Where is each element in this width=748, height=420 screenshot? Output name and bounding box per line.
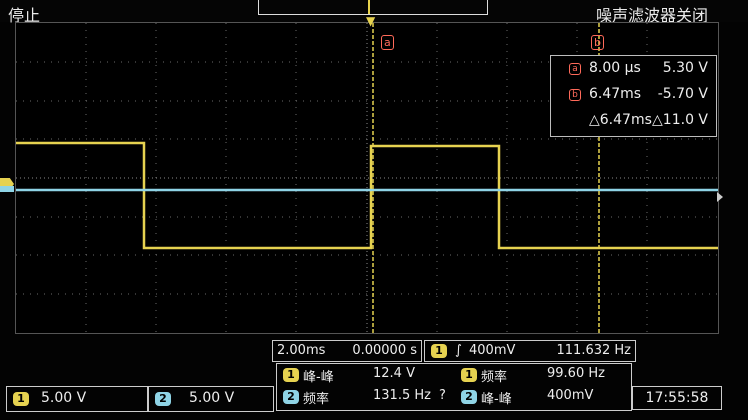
timebase-delay: 0.00000 s: [352, 343, 417, 358]
ch2-scale: 5.00 V: [189, 390, 235, 406]
cursor-a-icon: a: [569, 63, 581, 75]
auto-measurements-panel[interactable]: 1 峰-峰 12.4 V 1 频率 99.60 Hz 2 频率 131.5 Hz…: [276, 363, 632, 411]
right-scroll-arrow-icon[interactable]: [717, 192, 723, 202]
ch2-ground-marker[interactable]: [0, 186, 14, 192]
cursor-delta-volt: △11.0 V: [652, 112, 708, 128]
cursor-delta-row: △6.47ms △11.0 V: [551, 112, 716, 132]
m4-value: 400mV: [547, 388, 594, 403]
clock: 17:55:58: [632, 386, 722, 410]
m4-channel-badge: 2: [461, 390, 477, 404]
m3-channel-badge: 2: [283, 390, 299, 404]
m2-channel-badge: 1: [461, 368, 477, 382]
ch1-scale: 5.00 V: [41, 390, 87, 406]
cursor-b-icon: b: [569, 89, 581, 101]
ch2-badge: 2: [155, 392, 171, 406]
cursor-a-volt: 5.30 V: [662, 60, 708, 76]
cursor-readout-box: a 8.00 µs 5.30 V b 6.47ms -5.70 V △6.47m…: [550, 55, 717, 137]
trigger-frequency: 111.632 Hz: [556, 343, 632, 358]
ch1-badge: 1: [13, 392, 29, 406]
cursor-b-row: b 6.47ms -5.70 V: [551, 86, 716, 106]
cursor-b-volt: -5.70 V: [657, 86, 708, 102]
m3-name: 频率: [303, 392, 330, 407]
ch1-scale-readout[interactable]: 1 5.00 V: [6, 386, 148, 412]
m3-value: 131.5 Hz: [373, 388, 431, 403]
m3-warning-flag: ?: [439, 388, 446, 403]
trigger-level: 400mV: [469, 343, 516, 358]
m2-name: 频率: [481, 370, 508, 385]
record-position-slider[interactable]: [258, 0, 488, 15]
m1-name: 峰-峰: [303, 370, 334, 385]
cursor-a-time: 8.00 µs: [589, 60, 641, 76]
cursor-a-row: a 8.00 µs 5.30 V: [551, 60, 716, 80]
trigger-channel-badge: 1: [431, 344, 447, 358]
cursor-delta-time: △6.47ms: [589, 112, 652, 128]
trigger-arrow-icon: ▼: [366, 14, 376, 28]
trigger-readout[interactable]: 1 ∫ 400mV 111.632 Hz: [424, 340, 636, 362]
m1-value: 12.4 V: [373, 366, 415, 381]
m2-value: 99.60 Hz: [547, 366, 605, 381]
cursor-b-time: 6.47ms: [589, 86, 642, 102]
cursor-a-tag[interactable]: a: [381, 35, 394, 50]
trigger-slope-icon: ∫: [455, 343, 462, 358]
timebase-scale: 2.00ms: [277, 343, 326, 358]
cursor-b-tag[interactable]: b: [591, 35, 604, 50]
oscilloscope-screen: 停止 噪声滤波器关闭 ▼ a b a 8.00 µs 5.30 V b 6.47…: [0, 0, 748, 420]
ch2-scale-readout[interactable]: 2 5.00 V: [148, 386, 274, 412]
m4-name: 峰-峰: [481, 392, 512, 407]
trigger-position-marker: [368, 0, 370, 14]
m1-channel-badge: 1: [283, 368, 299, 382]
timebase-readout[interactable]: 2.00ms 0.00000 s: [272, 340, 422, 362]
